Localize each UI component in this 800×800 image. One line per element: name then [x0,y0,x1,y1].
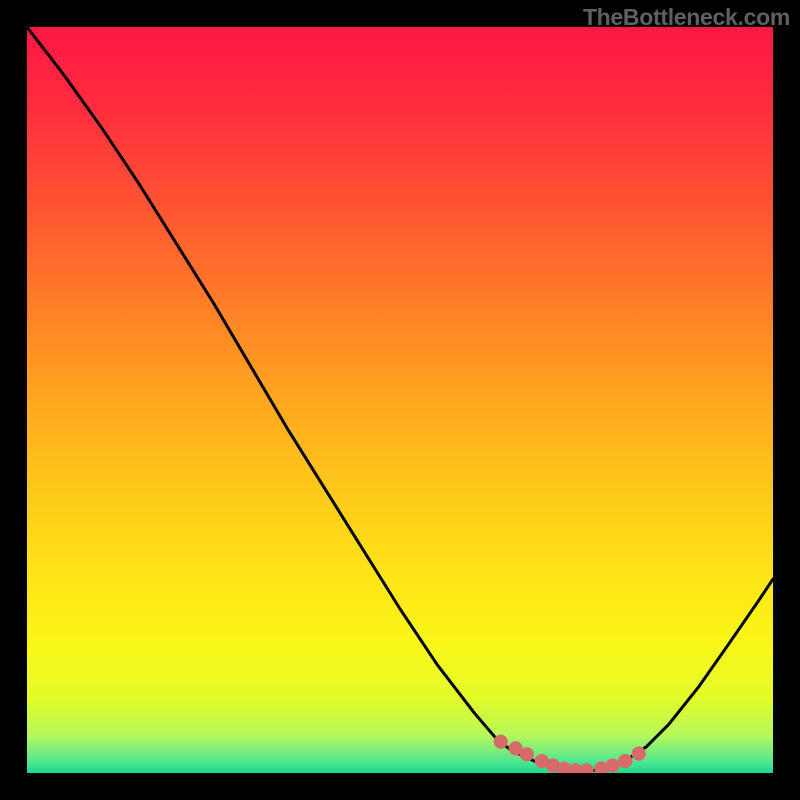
plot-area [27,27,773,773]
watermark-text: TheBottleneck.com [583,4,790,31]
chart-frame: TheBottleneck.com [0,0,800,800]
gradient-background [27,27,773,773]
